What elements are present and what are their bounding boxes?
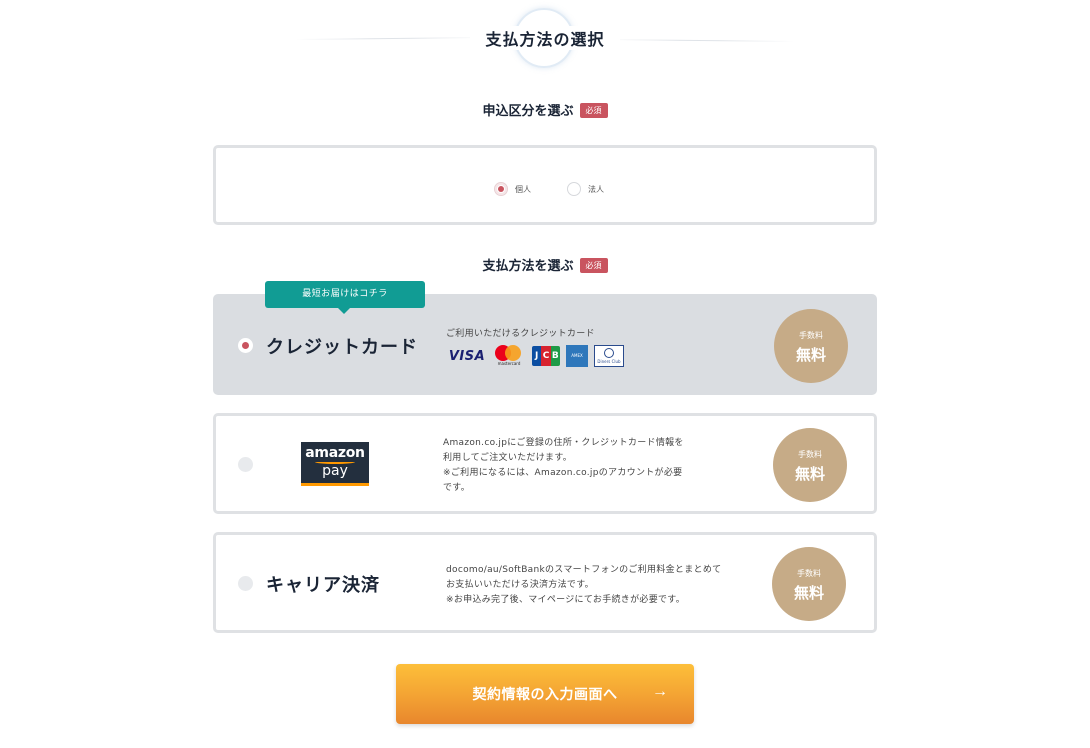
title-divider-right bbox=[604, 39, 794, 42]
mastercard-logo: mastercard bbox=[492, 345, 526, 367]
payment-section-title: 支払方法を選ぶ bbox=[482, 259, 574, 274]
visa-logo: VISA bbox=[448, 348, 486, 364]
apply-option-individual[interactable]: 個人 bbox=[494, 182, 531, 196]
jcb-logo: JCB bbox=[532, 346, 560, 366]
diners-club-logo: Diners Club bbox=[594, 345, 624, 367]
radio-amazon-pay[interactable] bbox=[238, 457, 253, 472]
fee-label: 手数料 bbox=[798, 450, 822, 459]
fee-badge: 手数料 無料 bbox=[774, 309, 848, 383]
arrow-right-icon: → bbox=[652, 683, 668, 700]
fee-value: 無料 bbox=[793, 584, 824, 602]
radio-carrier[interactable] bbox=[238, 576, 253, 591]
apply-option-corporate[interactable]: 法人 bbox=[567, 182, 604, 196]
payment-section-label: 支払方法を選ぶ 必須 bbox=[0, 255, 1090, 274]
next-button-label: 契約情報の入力画面へ bbox=[472, 686, 618, 702]
fee-value: 無料 bbox=[795, 346, 826, 364]
page-title: 支払方法の選択 bbox=[470, 26, 620, 50]
payment-option-carrier[interactable]: キャリア決済 docomo/au/SoftBankのスマートフォンのご利用料金と… bbox=[213, 532, 877, 633]
fee-badge: 手数料 無料 bbox=[772, 547, 846, 621]
fee-label: 手数料 bbox=[797, 569, 821, 578]
next-to-contract-info-button[interactable]: 契約情報の入力画面へ → bbox=[396, 664, 694, 724]
page-header: 支払方法の選択 bbox=[0, 0, 1090, 70]
apply-option-corporate-label: 法人 bbox=[588, 184, 604, 194]
amazon-pay-desc: Amazon.co.jpにご登録の住所・クレジットカード情報を 利用してご注文い… bbox=[443, 438, 684, 493]
card-brand-logos: VISA mastercard JCB AMEX Diners Club bbox=[448, 345, 630, 367]
amazon-pay-logo: amazon pay bbox=[301, 442, 369, 486]
payment-option-amazon-pay[interactable]: amazon pay Amazon.co.jpにご登録の住所・クレジットカード情… bbox=[213, 413, 877, 514]
fee-value: 無料 bbox=[794, 465, 825, 483]
amex-logo: AMEX bbox=[566, 345, 588, 367]
required-badge: 必須 bbox=[579, 258, 608, 273]
carrier-title: キャリア決済 bbox=[266, 575, 380, 596]
apply-type-box: 個人 法人 bbox=[213, 145, 877, 225]
fee-badge: 手数料 無料 bbox=[773, 428, 847, 502]
carrier-desc: docomo/au/SoftBankのスマートフォンのご利用料金とまとめて お支… bbox=[446, 565, 722, 605]
radio-corporate[interactable] bbox=[567, 182, 581, 196]
fee-label: 手数料 bbox=[799, 331, 823, 340]
apply-option-individual-label: 個人 bbox=[515, 184, 531, 194]
title-divider-left bbox=[295, 37, 487, 40]
apply-section-label: 申込区分を選ぶ 必須 bbox=[0, 100, 1090, 119]
apply-section-title: 申込区分を選ぶ bbox=[482, 104, 574, 119]
radio-individual[interactable] bbox=[494, 182, 508, 196]
credit-card-title: クレジットカード bbox=[266, 337, 418, 358]
required-badge: 必須 bbox=[579, 103, 608, 118]
fastest-delivery-ribbon: 最短お届けはコチラ bbox=[265, 281, 425, 314]
radio-credit-card[interactable] bbox=[238, 338, 253, 353]
payment-option-credit-card[interactable]: クレジットカード ご利用いただけるクレジットカード VISA mastercar… bbox=[213, 294, 877, 395]
credit-card-desc: ご利用いただけるクレジットカード bbox=[446, 329, 595, 339]
